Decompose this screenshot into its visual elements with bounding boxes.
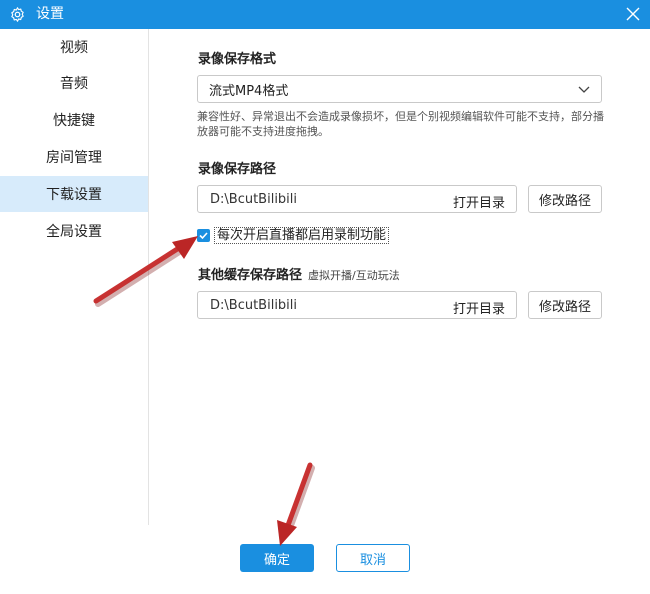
checkmark-icon [199,231,208,239]
cache-path-field[interactable]: D:\BcutBilibili 打开目录 [197,291,517,319]
cache-path-title: 其他缓存保存路径 [198,268,303,283]
sidebar-item-video[interactable]: 视频 [0,29,148,65]
cancel-button[interactable]: 取消 [336,544,410,572]
title-bar: 设置 [0,0,650,29]
cache-open-dir-button[interactable]: 打开目录 [453,298,505,317]
cache-change-path-button[interactable]: 修改路径 [528,291,602,319]
settings-window: 设置 视频 音频 快捷键 房间管理 下载设置 全局设置 录像保存格式 流式MP4… [0,0,650,594]
recording-format-value: 流式MP4格式 [209,83,289,99]
cache-path-label: 其他缓存保存路径 虚拟开播/互动玩法 [198,264,400,283]
cache-path-value: D:\BcutBilibili [210,298,298,313]
auto-record-checkbox[interactable] [197,228,210,242]
sidebar: 视频 音频 快捷键 房间管理 下载设置 全局设置 [0,29,149,525]
recording-format-label: 录像保存格式 [198,52,277,67]
recording-format-select[interactable]: 流式MP4格式 [197,75,602,103]
gear-icon [11,7,24,22]
recording-change-path-button[interactable]: 修改路径 [528,185,602,213]
annotation-arrow-icon [277,462,315,546]
auto-record-row: 每次开启直播都启用录制功能 [197,226,390,244]
close-icon[interactable] [624,5,642,23]
auto-record-label[interactable]: 每次开启直播都启用录制功能 [214,226,390,244]
recording-path-value: D:\BcutBilibili [210,192,298,207]
sidebar-item-hotkeys[interactable]: 快捷键 [0,102,148,138]
recording-path-field[interactable]: D:\BcutBilibili 打开目录 [197,185,517,213]
chevron-down-icon [578,86,590,93]
sidebar-item-audio[interactable]: 音频 [0,65,148,101]
sidebar-item-global-settings[interactable]: 全局设置 [0,213,148,249]
sidebar-item-download-settings[interactable]: 下载设置 [0,176,148,212]
window-title: 设置 [36,6,64,22]
recording-format-hint: 兼容性好、异常退出不会造成录像损坏，但是个别视频编辑软件可能不支持，部分播放器可… [197,110,604,138]
cache-path-sublabel: 虚拟开播/互动玩法 [308,269,400,282]
sidebar-item-room-management[interactable]: 房间管理 [0,139,148,175]
confirm-button[interactable]: 确定 [240,544,314,572]
recording-open-dir-button[interactable]: 打开目录 [453,192,505,211]
recording-path-label: 录像保存路径 [198,162,277,177]
